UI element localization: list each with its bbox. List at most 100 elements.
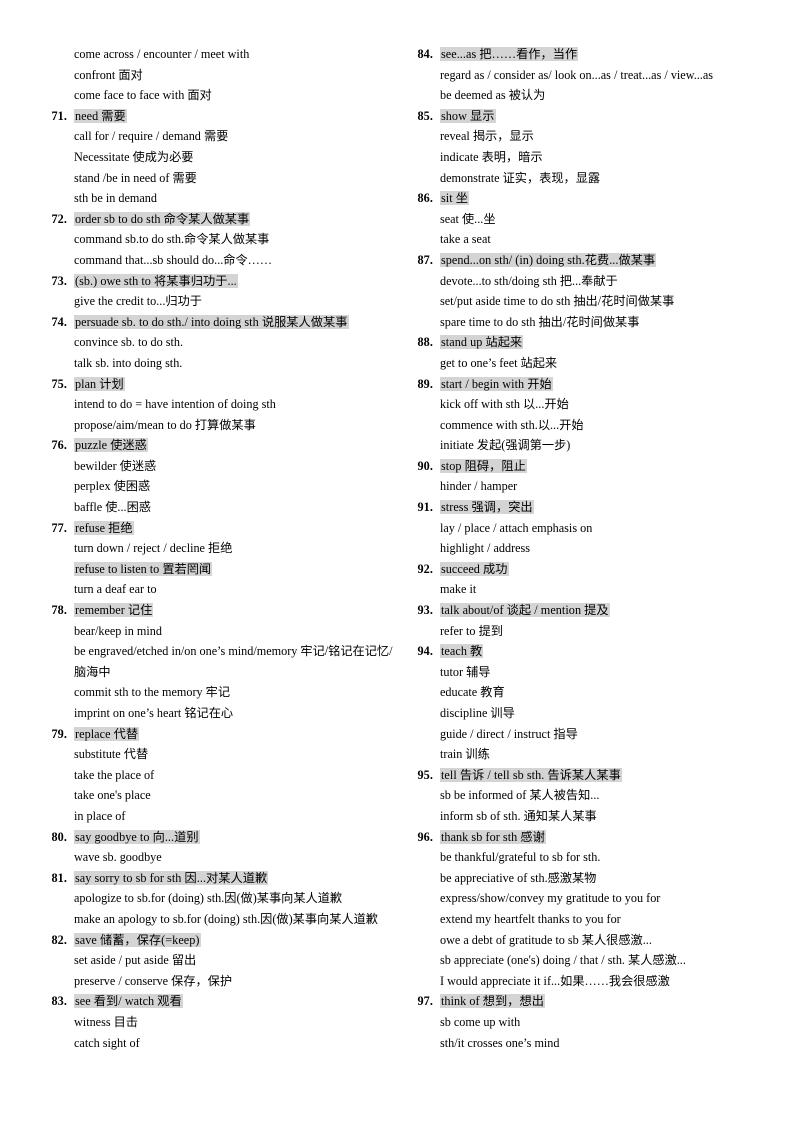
headword-line: thank sb for sth 感谢 <box>440 827 762 848</box>
synonym-text: extend my heartfelt thanks to you for <box>440 911 621 926</box>
synonym-line: bewilder 使迷惑 <box>74 456 396 477</box>
entry-lines: refuse 拒绝 turn down / reject / decline 拒绝… <box>74 518 396 600</box>
synonym-text: owe a debt of gratitude to sb 某人很感激... <box>440 932 652 947</box>
headword-line: tell 告诉 / tell sb sth. 告诉某人某事 <box>440 765 762 786</box>
synonym-text: spare time to do sth 抽出/花时间做某事 <box>440 314 640 329</box>
entry-lines: save 储蓄，保存(=keep) set aside / put aside 留… <box>74 930 396 992</box>
synonym-line: witness 目击 <box>74 1012 396 1033</box>
entry-number: 88. <box>417 335 433 350</box>
entry-number: 90. <box>417 458 433 473</box>
headword-line: sit 坐 <box>440 188 762 209</box>
headword-text: succeed 成功 <box>440 561 509 576</box>
synonym-text: I would appreciate it if...如果……我会很感激 <box>440 973 670 988</box>
headword-line: say goodbye to 向...道别 <box>74 827 396 848</box>
synonym-text: hinder / hamper <box>440 479 518 494</box>
synonym-line: confront 面对 <box>74 65 396 86</box>
headword-text: replace 代替 <box>74 726 140 741</box>
headword-line: stop 阻碍，阻止 <box>440 456 762 477</box>
headword-line: persuade sb. to do sth./ into doing sth … <box>74 312 396 333</box>
synonym-text: make an apology to sb.for (doing) sth.因(… <box>74 911 378 926</box>
synonym-text: regard as / consider as/ look on...as / … <box>440 67 714 82</box>
entry-lines: come across / encounter / meet with confr… <box>74 44 396 106</box>
headword-text: (sb.) owe sth to 将某事归功于... <box>74 273 238 288</box>
synonym-text: catch sight of <box>74 1035 140 1050</box>
entry-number: 89. <box>417 376 433 391</box>
synonym-line: preserve / conserve 保存，保护 <box>74 971 396 992</box>
entry-number: 79. <box>51 726 67 741</box>
entry-number: 91. <box>417 500 433 515</box>
entry-number: 80. <box>51 829 67 844</box>
headword-text: sit 坐 <box>440 191 469 206</box>
entry-lines: stand up 站起来 get to one’s feet 站起来 <box>440 332 762 373</box>
synonym-line: inform sb of sth. 通知某人某事 <box>440 806 762 827</box>
vocabulary-entry: 73. (sb.) owe sth to 将某事归功于... give the cr… <box>48 271 396 312</box>
headword-line: spend...on sth/ (in) doing sth.花费...做某事 <box>440 250 762 271</box>
synonym-line: highlight / address <box>440 538 762 559</box>
synonym-text: initiate 发起(强调第一步) <box>440 438 571 453</box>
headword-line: stand up 站起来 <box>440 332 762 353</box>
left-column: come across / encounter / meet with confr… <box>48 44 396 1053</box>
synonym-text: bear/keep in mind <box>74 623 162 638</box>
entry-number: 76. <box>51 438 67 453</box>
headword-line: puzzle 使迷惑 <box>74 435 396 456</box>
synonym-line: Necessitate 使成为必要 <box>74 147 396 168</box>
synonym-text: lay / place / attach emphasis on <box>440 520 593 535</box>
synonym-line: refer to 提到 <box>440 621 762 642</box>
entry-number: 97. <box>417 994 433 1009</box>
synonym-line: intend to do = have intention of doing s… <box>74 394 396 415</box>
entry-lines: think of 想到，想出 sb come up with sth/it cros… <box>440 991 762 1053</box>
vocabulary-entry: 85. show 显示 reveal 揭示，显示 indicate 表明，暗示 demo… <box>414 106 762 188</box>
vocabulary-entry: 79. replace 代替 substitute 代替 take the place… <box>48 724 396 827</box>
entry-number: 96. <box>417 829 433 844</box>
synonym-line: educate 教育 <box>440 682 762 703</box>
entry-lines: sit 坐 seat 使...坐 take a seat <box>440 188 762 250</box>
headword-text: stop 阻碍，阻止 <box>440 458 527 473</box>
headword-text: say goodbye to 向...道别 <box>74 829 200 844</box>
synonym-line: give the credit to...归功于 <box>74 291 396 312</box>
entry-number: 81. <box>51 870 67 885</box>
entry-lines: show 显示 reveal 揭示，显示 indicate 表明，暗示 demonst… <box>440 106 762 188</box>
entry-lines: puzzle 使迷惑 bewilder 使迷惑 perplex 使困惑 baffle … <box>74 435 396 517</box>
vocabulary-entry: 91. stress 强调，突出 lay / place / attach emph… <box>414 497 762 559</box>
synonym-line: sb appreciate (one's) doing / that / sth… <box>440 950 762 971</box>
synonym-line: commit sth to the memory 牢记 <box>74 682 396 703</box>
synonym-text: educate 教育 <box>440 685 505 700</box>
headword-text: thank sb for sth 感谢 <box>440 829 546 844</box>
entry-number: 75. <box>51 376 67 391</box>
synonym-line: bear/keep in mind <box>74 621 396 642</box>
vocabulary-entry: 81. say sorry to sb for sth 因...对某人道歉 apol… <box>48 868 396 930</box>
synonym-line: indicate 表明，暗示 <box>440 147 762 168</box>
synonym-text: confront 面对 <box>74 67 143 82</box>
headword-line: think of 想到，想出 <box>440 991 762 1012</box>
vocabulary-entry: 75. plan 计划 intend to do = have intention … <box>48 374 396 436</box>
continuation-entry: come across / encounter / meet with confr… <box>48 44 396 106</box>
headword-text: puzzle 使迷惑 <box>74 438 148 453</box>
synonym-line: set aside / put aside 留出 <box>74 950 396 971</box>
headword-line: remember 记住 <box>74 600 396 621</box>
synonym-text: inform sb of sth. 通知某人某事 <box>440 808 597 823</box>
vocabulary-entry: 97. think of 想到，想出 sb come up with sth/it c… <box>414 991 762 1053</box>
synonym-text: come face to face with 面对 <box>74 88 212 103</box>
synonym-text: command sb.to do sth.命令某人做某事 <box>74 232 270 247</box>
synonym-text: sb come up with <box>440 1014 521 1029</box>
headword-line: see...as 把……看作，当作 <box>440 44 762 65</box>
entry-number: 95. <box>417 767 433 782</box>
synonym-text: take a seat <box>440 232 491 247</box>
synonym-line: command that...sb should do...命令…… <box>74 250 396 271</box>
headword-text: teach 教 <box>440 644 484 659</box>
headword-text: order sb to do sth 命令某人做某事 <box>74 211 251 226</box>
entry-lines: need 需要 call for / require / demand 需要 Nec… <box>74 106 396 209</box>
synonym-text: highlight / address <box>440 541 531 556</box>
synonym-line: command sb.to do sth.命令某人做某事 <box>74 229 396 250</box>
vocabulary-entry: 80. say goodbye to 向...道别 wave sb. goodbye <box>48 827 396 868</box>
synonym-text: discipline 训导 <box>440 706 515 720</box>
headword-text: show 显示 <box>440 108 496 123</box>
entry-lines: spend...on sth/ (in) doing sth.花费...做某事 d… <box>440 250 762 332</box>
vocabulary-entry: 89. start / begin with 开始 kick off with st… <box>414 374 762 456</box>
synonym-text: propose/aim/mean to do 打算做某事 <box>74 417 256 432</box>
synonym-line: take one's place <box>74 785 396 806</box>
entry-lines: start / begin with 开始 kick off with sth 以… <box>440 374 762 456</box>
entry-lines: say sorry to sb for sth 因...对某人道歉 apologi… <box>74 868 396 930</box>
synonym-line: reveal 揭示，显示 <box>440 126 762 147</box>
synonym-text: wave sb. goodbye <box>74 850 162 865</box>
